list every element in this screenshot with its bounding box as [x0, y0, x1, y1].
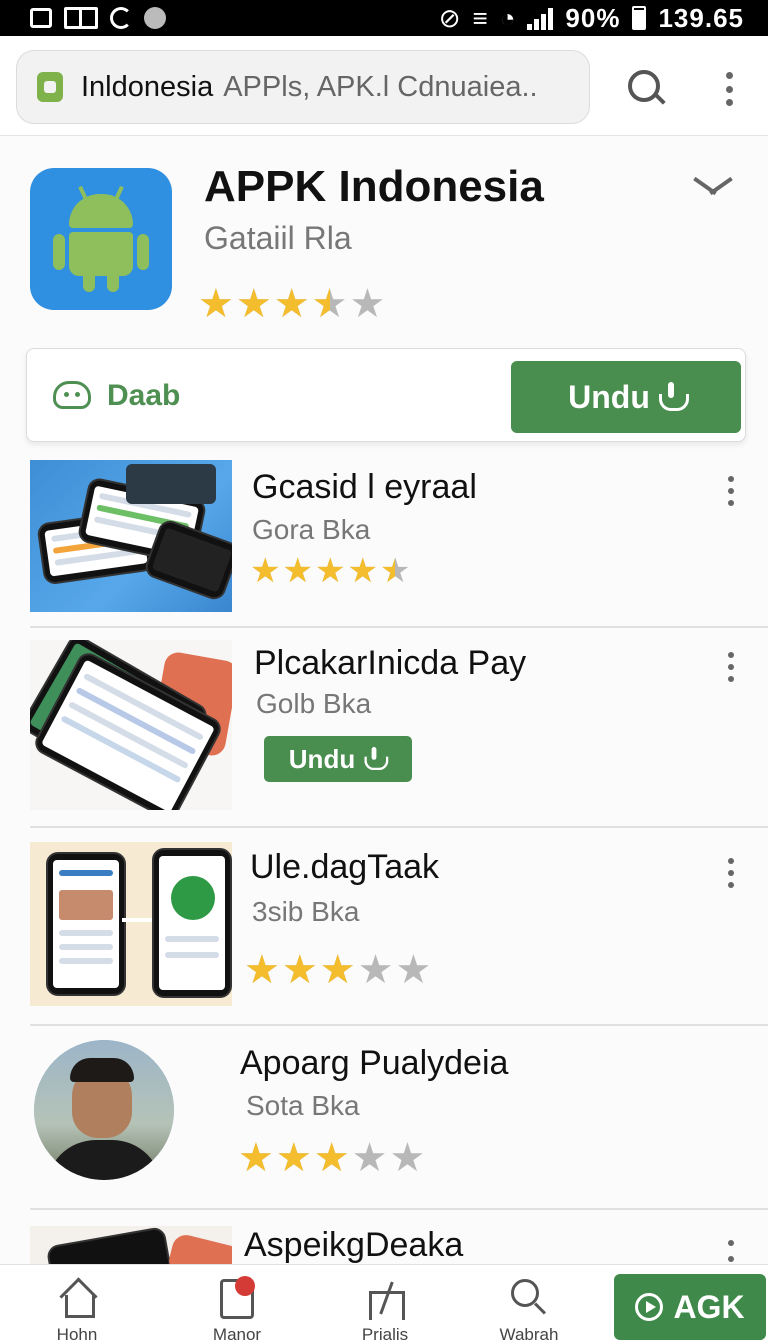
- star-icon: ★★: [282, 552, 313, 590]
- download-icon: [658, 382, 689, 412]
- app-developer: Gora Bka: [252, 514, 371, 545]
- app-title[interactable]: Gcasid l eyraal: [252, 468, 477, 507]
- nav-label: Prialis: [361, 1325, 409, 1344]
- app-rating: ★ ★ ★ ★ ★ ★ ★ ★: [244, 950, 431, 990]
- cloud-icon: [53, 381, 91, 409]
- star-icon: ★★: [313, 1136, 350, 1180]
- nav-label: Hohn: [56, 1325, 98, 1344]
- chevron-down-icon[interactable]: [692, 172, 732, 202]
- agk-button-label: AGK: [673, 1288, 745, 1325]
- app-developer: Gataiil Rla: [204, 220, 352, 256]
- app-rating: ★★★★★★★★★★: [250, 554, 410, 588]
- app-developer: 3sib Bka: [252, 896, 360, 927]
- avatar[interactable]: [34, 1040, 174, 1180]
- nav-item-home[interactable]: Hohn: [22, 1265, 132, 1344]
- search-icon[interactable]: [624, 66, 668, 110]
- star-icon: ★: [349, 282, 386, 326]
- star-icon: ★: [395, 948, 432, 992]
- star-icon: ★★: [314, 552, 346, 590]
- star-icon: ★★: [281, 948, 318, 992]
- download-icon: [364, 747, 389, 771]
- star-icon: ★★: [235, 282, 272, 326]
- action-label[interactable]: Daab: [107, 379, 180, 413]
- install-button[interactable]: Undu: [264, 736, 412, 782]
- wifi-icon: ◔: [499, 2, 516, 33]
- install-button-label: Undu: [288, 743, 356, 774]
- battery-percent: 90%: [565, 2, 621, 33]
- nav-item-prialis[interactable]: Prialis: [330, 1265, 440, 1344]
- app-title[interactable]: Apoarg Pualydeia: [240, 1044, 508, 1083]
- nav-item-wabrah[interactable]: Wabrah: [474, 1265, 584, 1344]
- star-icon: ★: [351, 1136, 388, 1180]
- star-icon: ★: [357, 948, 394, 992]
- app-developer: Golb Bka: [256, 688, 372, 719]
- app-thumbnail[interactable]: [30, 842, 232, 1006]
- app-thumbnail[interactable]: [30, 1226, 232, 1264]
- search-bar[interactable]: Inldonesia APPls, APK.l Cdnuaiea..: [16, 50, 590, 124]
- overflow-menu-icon[interactable]: [726, 652, 736, 682]
- signal-icon: [527, 6, 554, 30]
- mute-icon: ⊘: [438, 2, 461, 33]
- install-button-label: Undu: [568, 378, 650, 415]
- overflow-menu-icon[interactable]: [726, 858, 736, 888]
- app-rating: ★ ★ ★ ★ ★ ★ ★ ★: [238, 1138, 425, 1178]
- search-query-rest: APPls, APK.l Cdnuaiea..: [223, 70, 538, 103]
- search-header: Inldonesia APPls, APK.l Cdnuaiea..: [0, 36, 768, 136]
- install-card: Daab Undu: [26, 348, 746, 442]
- location-icon: [144, 7, 166, 29]
- divider: [30, 1208, 768, 1210]
- nav-item-manor[interactable]: Manor: [182, 1265, 292, 1344]
- star-icon: ★★: [347, 552, 378, 590]
- android-robot-icon: [53, 185, 149, 292]
- overflow-menu-icon[interactable]: [726, 1240, 736, 1262]
- status-bar: ⊘ ≡ ◔ 90% 139.65: [0, 0, 768, 36]
- star-icon: ★★: [238, 1136, 274, 1180]
- app-developer: Sota Bka: [246, 1090, 360, 1121]
- search-query-bold: Inldonesia: [81, 70, 214, 103]
- nav-label: Wabrah: [499, 1325, 559, 1344]
- overflow-menu-icon[interactable]: [726, 476, 736, 506]
- star-icon: ★★: [275, 1136, 312, 1180]
- notification-icon: [30, 8, 52, 28]
- manor-icon: [220, 1276, 255, 1319]
- app-title: APPK Indonesia: [204, 162, 544, 211]
- nav-label: Manor: [212, 1325, 262, 1344]
- search-icon: [509, 1279, 549, 1319]
- sync-icon: [110, 7, 132, 29]
- star-icon: ★: [389, 1136, 426, 1180]
- app-thumbnail[interactable]: [30, 460, 232, 612]
- gallery-icon: [64, 7, 98, 29]
- app-icon[interactable]: [30, 168, 172, 310]
- agk-button[interactable]: AGK: [614, 1274, 766, 1340]
- overflow-menu-icon[interactable]: [724, 72, 734, 106]
- app-title[interactable]: Ule.dagTaak: [250, 848, 439, 887]
- divider: [30, 1024, 768, 1026]
- app-title[interactable]: PlcakarInicda Pay: [254, 644, 526, 683]
- star-icon: ★★: [379, 552, 411, 590]
- app-title[interactable]: AspeikgDeaka: [244, 1226, 463, 1265]
- star-icon: ★★: [311, 282, 348, 326]
- divider: [30, 826, 768, 828]
- prialis-icon: [365, 1279, 405, 1320]
- star-icon: ★★: [250, 552, 281, 590]
- vibrate-icon: ≡: [472, 2, 488, 33]
- home-icon: [57, 1279, 97, 1319]
- star-icon: ★★: [244, 948, 280, 992]
- star-icon: ★★: [319, 948, 356, 992]
- install-button[interactable]: Undu: [511, 361, 741, 433]
- battery-icon: [632, 6, 647, 30]
- clock: 139.65: [658, 2, 744, 33]
- app-rating: ★★★★★★★★★: [198, 284, 385, 324]
- site-icon: [37, 72, 63, 102]
- star-icon: ★★: [198, 282, 234, 326]
- star-icon: ★★: [273, 282, 310, 326]
- divider: [30, 626, 768, 628]
- play-icon: [635, 1293, 664, 1321]
- app-thumbnail[interactable]: [30, 640, 232, 810]
